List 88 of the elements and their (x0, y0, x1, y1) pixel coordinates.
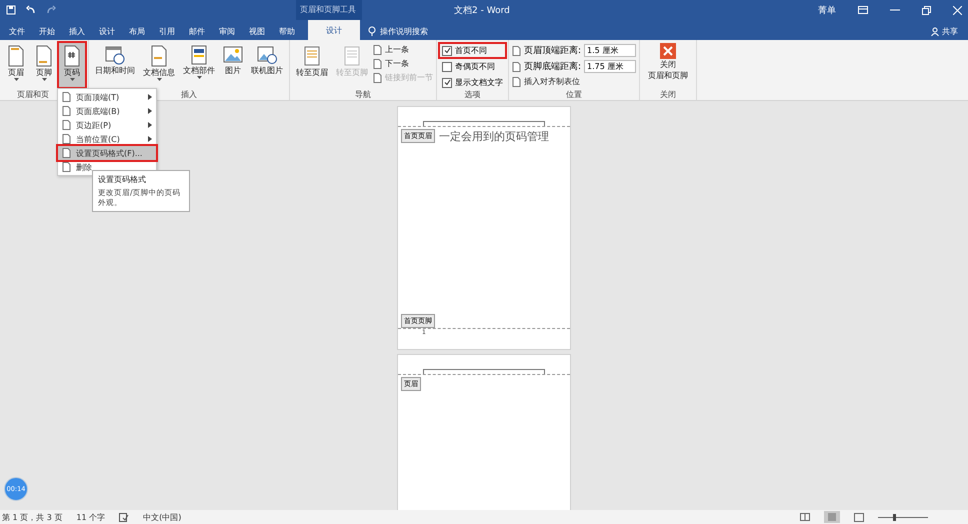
ribbon-tab[interactable]: 开始 (32, 22, 62, 40)
ribbon-small-button[interactable]: 上一条 (373, 44, 433, 55)
ribbon-display-icon[interactable] (858, 6, 868, 14)
close-icon[interactable] (953, 6, 962, 14)
group-label: 页眉和页 (17, 89, 49, 100)
search-box[interactable]: 操作说明搜索 (368, 22, 428, 40)
ribbon-button[interactable]: 页码 (59, 43, 85, 87)
ribbon-button[interactable]: 页眉 (3, 43, 29, 87)
menu-item[interactable]: 当前位置(C) (58, 132, 156, 146)
person-icon (931, 26, 940, 36)
undo-icon[interactable] (26, 5, 36, 15)
language[interactable]: 中文(中国) (143, 512, 182, 522)
calendar-clock-icon (105, 45, 125, 65)
window-title: 文档2 - Word (454, 4, 510, 17)
read-mode-icon[interactable] (800, 513, 810, 521)
caret-icon (156, 78, 162, 81)
caret-icon (14, 78, 18, 81)
submenu-arrow-icon (148, 108, 152, 114)
ribbon-button[interactable]: 日期和时间 (92, 43, 138, 87)
menu-item[interactable]: 设置页码格式(F)... (58, 146, 156, 160)
ribbon-button[interactable]: 文档部件 (180, 43, 218, 87)
submenu-arrow-icon (148, 94, 152, 100)
page-icon (149, 45, 169, 67)
picture-icon (223, 45, 243, 65)
group-label: 位置 (566, 89, 582, 100)
ribbon-small-button[interactable]: 下一条 (373, 58, 433, 69)
ribbon-tab[interactable]: 布局 (122, 22, 152, 40)
word-count[interactable]: 11 个字 (76, 512, 106, 522)
checkbox[interactable]: 奇偶页不同 (440, 60, 505, 73)
ribbon-button[interactable]: 页脚 (31, 43, 57, 87)
ribbon-small-button[interactable]: 插入对齐制表位 (512, 76, 636, 87)
redo-icon[interactable] (46, 5, 56, 15)
spin-field[interactable]: 1.75 厘米 (584, 60, 636, 73)
web-layout-icon[interactable] (854, 512, 864, 522)
document-parts-icon (189, 45, 209, 65)
ribbon-tab[interactable]: 帮助 (272, 22, 302, 40)
restore-icon[interactable] (922, 6, 931, 14)
group-label: 关闭 (660, 89, 676, 100)
ribbon-tab[interactable]: 引用 (152, 22, 182, 40)
menu-item[interactable]: 页面顶端(T) (58, 90, 156, 104)
field-label: 页脚底端距离: (524, 60, 582, 73)
ribbon-tab[interactable]: 视图 (242, 22, 272, 40)
caret-icon (42, 78, 46, 81)
menu-item[interactable]: 删除 (58, 160, 156, 174)
checkmark-icon (444, 47, 450, 54)
page-icon (34, 45, 54, 67)
page-icon (303, 45, 321, 67)
zoom-slider-thumb[interactable] (893, 514, 896, 520)
ribbon-button[interactable]: 转至页眉 (293, 43, 331, 87)
close-header-footer-button[interactable]: 关闭 页眉和页脚 (643, 43, 694, 81)
lightbulb-icon (368, 26, 376, 36)
caret-icon (70, 78, 74, 81)
account-name[interactable]: 菁单 (818, 4, 836, 16)
save-icon[interactable] (6, 5, 16, 15)
minimize-icon[interactable] (890, 9, 900, 11)
online-picture-icon (257, 45, 277, 65)
page-icon (6, 45, 26, 67)
ribbon-tab[interactable]: 插入 (62, 22, 92, 40)
close-icon (660, 43, 676, 59)
checkmark-icon (444, 79, 450, 86)
page-number-icon (62, 45, 82, 67)
ribbon-button[interactable]: 文档信息 (140, 43, 178, 87)
menu-item[interactable]: 页边距(P) (58, 118, 156, 132)
submenu-arrow-icon (148, 122, 152, 128)
checkbox[interactable]: 显示文档文字 (440, 76, 505, 89)
ribbon-button[interactable]: 联机图片 (248, 43, 286, 87)
ribbon-tab[interactable]: 邮件 (182, 22, 212, 40)
contextual-tab-title: 页眉和页脚工具 (300, 4, 356, 15)
checkbox[interactable]: 首页不同 (440, 44, 505, 57)
caret-icon (196, 76, 202, 79)
group-label: 导航 (355, 89, 371, 100)
ribbon-tab[interactable]: 审阅 (212, 22, 242, 40)
ribbon-tab[interactable]: 设计 (92, 22, 122, 40)
body-text: 一定会用到的页码管理 (439, 129, 549, 144)
ribbon-button[interactable]: 图片 (220, 43, 246, 87)
ribbon-tab[interactable]: 文件 (2, 22, 32, 40)
submenu-arrow-icon (148, 136, 152, 142)
ribbon-tab[interactable]: 设计 (308, 20, 360, 40)
group-label: 插入 (181, 89, 197, 100)
menu-item[interactable]: 页面底端(B) (58, 104, 156, 118)
spin-field[interactable]: 1.5 厘米 (584, 44, 636, 57)
proofing-icon[interactable] (119, 512, 130, 522)
page-icon (343, 45, 361, 67)
field-label: 页眉顶端距离: (524, 44, 582, 57)
share-button[interactable]: 共享 (931, 22, 958, 40)
tooltip-title: 设置页码格式 (98, 174, 147, 185)
page-count[interactable]: 第 1 页，共 3 页 (2, 512, 62, 522)
group-label: 选项 (464, 89, 480, 100)
